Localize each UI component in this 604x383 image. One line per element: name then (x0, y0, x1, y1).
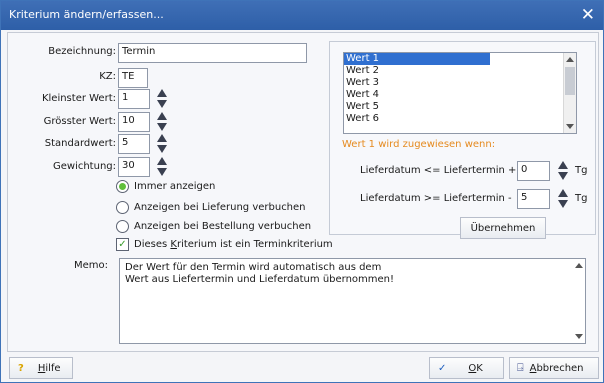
radio-lieferung-label: Anzeigen bei Lieferung verbuchen (134, 201, 306, 213)
row2-spinner[interactable] (556, 188, 570, 210)
bezeichnung-label: Bezeichnung: (48, 46, 116, 57)
exit-door-icon: ⍈ (517, 361, 524, 374)
standardwert-label: Standardwert: (44, 138, 116, 149)
groesster-wert-spinner[interactable] (155, 111, 169, 133)
assign-heading: Wert 1 wird zugewiesen wenn: (342, 139, 496, 150)
gewichtung-label: Gewichtung: (52, 161, 116, 172)
terminkriterium-checkbox[interactable]: ✓ Dieses Kriterium ist ein Terminkriteri… (116, 236, 333, 252)
list-item[interactable]: Wert 3 (344, 77, 576, 89)
scroll-down-icon[interactable] (575, 334, 583, 339)
standardwert-spinner[interactable] (155, 133, 169, 155)
cancel-button-label: Abbrechen (529, 362, 584, 374)
groesster-wert-label: Grösster Wert: (43, 116, 116, 127)
scroll-up-icon[interactable] (566, 57, 574, 62)
radio-icon (116, 219, 129, 233)
list-item[interactable]: Wert 6 (344, 113, 576, 125)
dialog-window: Kriterium ändern/erfassen... ✕ Bezeichnu… (0, 0, 604, 383)
gewichtung-spinner[interactable] (155, 156, 169, 178)
list-item[interactable]: Wert 4 (344, 89, 576, 101)
uebernehmen-button[interactable]: Übernehmen (460, 217, 546, 239)
row1-spinner[interactable] (556, 160, 570, 182)
ok-button-label: OK (468, 362, 483, 374)
row2-unit: Tg (575, 193, 588, 204)
werte-group: Wert 1 Wert 2 Wert 3 Wert 4 Wert 5 Wert … (329, 41, 596, 239)
standardwert-input[interactable]: 5 (118, 134, 150, 154)
radio-bestellung-label: Anzeigen bei Bestellung verbuchen (134, 220, 312, 232)
list-item[interactable]: Wert 2 (344, 65, 576, 77)
memo-textarea[interactable]: Der Wert für den Termin wird automatisch… (119, 258, 586, 344)
row1-days-input[interactable]: 0 (517, 161, 550, 181)
kleinster-wert-input[interactable]: 1 (118, 89, 150, 109)
question-icon: ? (18, 362, 24, 374)
memo-line: Der Wert für den Termin wird automatisch… (125, 262, 382, 273)
scroll-down-icon[interactable] (566, 124, 574, 129)
kz-input[interactable]: TE (118, 68, 148, 88)
memo-label: Memo: (73, 260, 108, 271)
radio-icon (116, 200, 129, 214)
window-title: Kriterium ändern/erfassen... (9, 8, 164, 21)
ok-button[interactable]: ✓ OK (429, 357, 504, 379)
scroll-up-icon[interactable] (575, 263, 583, 268)
help-button-label: Hilfe (37, 362, 61, 374)
title-bar[interactable]: Kriterium ändern/erfassen... ✕ (1, 1, 603, 30)
button-bar: ? Hilfe ✓ OK ⍈ Abbrechen (1, 352, 603, 382)
groesster-wert-input[interactable]: 10 (118, 112, 150, 132)
list-scrollbar[interactable] (563, 53, 576, 133)
list-item[interactable]: Wert 5 (344, 101, 576, 113)
kleinster-wert-label: Kleinster Wert: (41, 93, 116, 104)
kz-label: KZ: (99, 71, 116, 82)
list-item[interactable]: Wert 1 (344, 53, 490, 65)
row2-days-input[interactable]: 5 (517, 189, 550, 209)
row2-label: Lieferdatum >= Liefertermin - (360, 193, 512, 204)
gewichtung-input[interactable]: 30 (118, 157, 150, 177)
radio-selected-icon (116, 179, 129, 193)
bezeichnung-input[interactable]: Termin (118, 43, 307, 63)
radio-immer-anzeigen[interactable]: Immer anzeigen (116, 178, 215, 194)
close-icon[interactable]: ✕ (581, 5, 595, 25)
radio-anzeigen-lieferung[interactable]: Anzeigen bei Lieferung verbuchen (116, 199, 306, 215)
checkmark-icon: ✓ (116, 237, 129, 251)
dialog-body: Bezeichnung: Termin KZ: TE Kleinster Wer… (7, 32, 599, 352)
row1-label: Lieferdatum <= Liefertermin + (360, 165, 517, 176)
kleinster-wert-spinner[interactable] (155, 88, 169, 110)
cancel-button[interactable]: ⍈ Abbrechen (509, 357, 599, 379)
help-button[interactable]: ? Hilfe (9, 357, 73, 379)
checkbox-label: Dieses Kriterium ist ein Terminkriterium (134, 238, 333, 250)
check-icon: ✓ (438, 362, 447, 374)
memo-line: Wert aus Liefertermin und Lieferdatum üb… (125, 274, 395, 285)
werte-listbox[interactable]: Wert 1 Wert 2 Wert 3 Wert 4 Wert 5 Wert … (343, 52, 577, 134)
row1-unit: Tg (575, 165, 588, 176)
radio-immer-label: Immer anzeigen (134, 180, 216, 192)
radio-anzeigen-bestellung[interactable]: Anzeigen bei Bestellung verbuchen (116, 218, 311, 234)
memo-scrollbar[interactable] (573, 259, 585, 343)
scroll-thumb[interactable] (565, 67, 575, 95)
